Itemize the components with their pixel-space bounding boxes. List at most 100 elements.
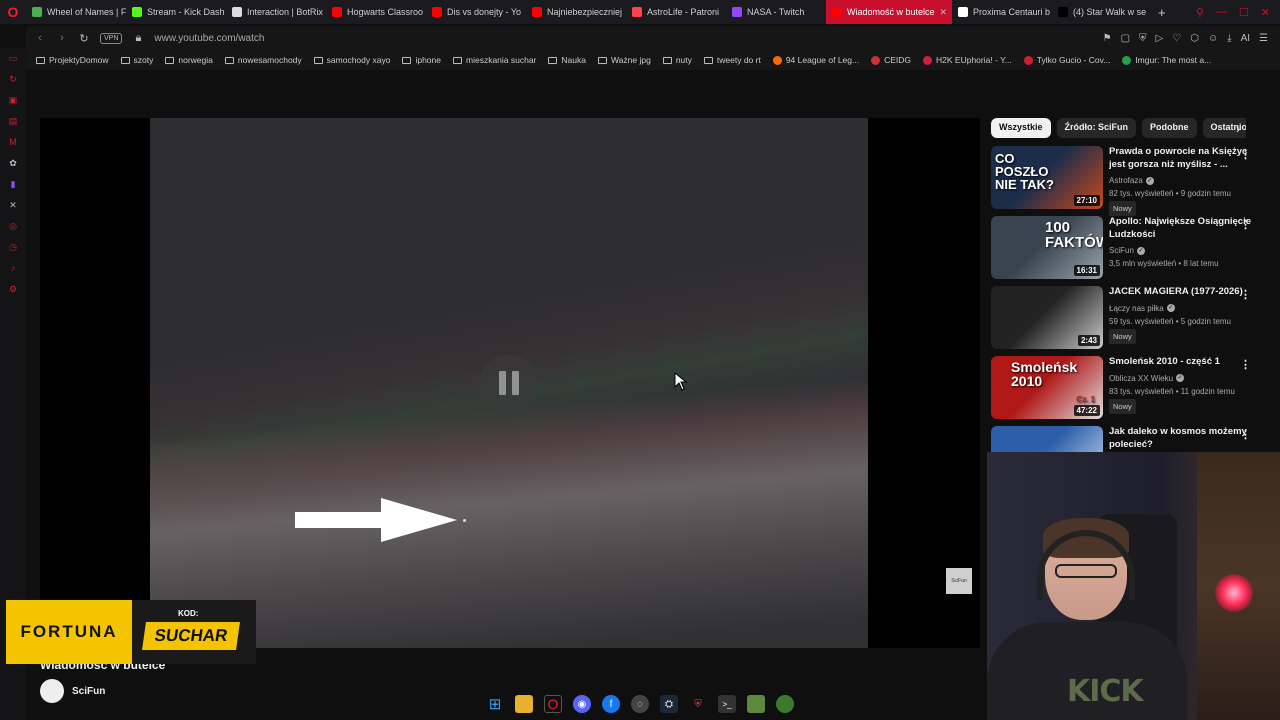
bookmark-item[interactable]: H2K EUphoria! - Y... — [923, 55, 1012, 65]
recommendation-title[interactable]: JACEK MAGIERA (1977-2026) — [1109, 286, 1257, 299]
bookmark-item[interactable]: nuty — [662, 55, 692, 65]
bookmark-item[interactable]: mieszkania suchar — [453, 55, 536, 65]
messenger-icon[interactable]: ▭ — [7, 52, 19, 64]
browser-tab[interactable]: Interaction | BotRix — [226, 0, 326, 24]
profile-icon[interactable]: ☺ — [1208, 33, 1218, 44]
download-icon[interactable]: ⤓ — [1227, 33, 1231, 44]
recommendation-channel[interactable]: Oblicza XX Wieku ✓ — [1109, 372, 1257, 385]
extensions-icon[interactable]: ⬡ — [1190, 33, 1199, 44]
filter-chip[interactable]: Wszystkie — [991, 118, 1051, 138]
browser-tab[interactable]: Stream - Kick Dash — [126, 0, 226, 24]
app-icon[interactable] — [776, 695, 794, 713]
video-thumbnail[interactable]: Smoleńsk 2010 Cz. 1 47:22 — [991, 356, 1103, 419]
terminal-icon[interactable]: >_ — [718, 695, 736, 713]
video-frame[interactable] — [150, 118, 868, 648]
play-icon[interactable]: ▷ — [1156, 33, 1164, 44]
mail-icon[interactable]: M — [7, 136, 19, 148]
workspace-icon[interactable]: ▤ — [7, 115, 19, 127]
browser-tab[interactable]: (4) Star Walk w se — [1052, 0, 1152, 24]
opera-logo-icon[interactable]: O — [0, 0, 26, 24]
twitch-icon[interactable]: ▮ — [7, 178, 19, 190]
heart-icon[interactable]: ♡ — [1172, 33, 1181, 44]
clock-icon[interactable]: ◷ — [7, 241, 19, 253]
recommendation-title[interactable]: Apollo: Największe Osiągnięcie Ludzkości — [1109, 216, 1257, 241]
filter-chip[interactable]: Podobne — [1142, 118, 1197, 138]
bookmark-item[interactable]: CEIDG — [871, 55, 911, 65]
reload-button[interactable]: ↻ — [78, 32, 90, 45]
x-icon[interactable]: ✕ — [7, 199, 19, 211]
more-options-icon[interactable]: ⋮ — [1240, 218, 1251, 231]
close-tab-icon[interactable]: ✕ — [940, 7, 948, 18]
recommendation-title[interactable]: Prawda o powrocie na Księżyc jest gorsza… — [1109, 146, 1257, 171]
browser-tab[interactable]: Hogwarts Classroo — [326, 0, 426, 24]
minimize-button[interactable]: — — [1216, 6, 1227, 19]
browser-tab[interactable]: Dis vs donejty - Yo — [426, 0, 526, 24]
search-icon[interactable]: ⚲ — [1196, 6, 1204, 19]
recommendation-channel[interactable]: SciFun ✓ — [1109, 244, 1257, 257]
more-options-icon[interactable]: ⋮ — [1240, 148, 1251, 161]
pinboard-icon[interactable]: ◎ — [7, 220, 19, 232]
channel-name[interactable]: SciFun — [72, 686, 105, 697]
browser-tab[interactable]: Wiadomość w butelce ✕ — [826, 0, 952, 24]
chatgpt-icon[interactable]: ✿ — [7, 157, 19, 169]
windows-start-icon[interactable]: ⊞ — [486, 695, 504, 713]
bookmark-item[interactable]: Tylko Gucio - Cov... — [1023, 55, 1110, 65]
recommendation-channel[interactable]: Astrofaza ✓ — [1109, 174, 1257, 187]
channel-avatar[interactable] — [40, 679, 64, 703]
more-options-icon[interactable]: ⋮ — [1240, 428, 1251, 441]
snapshot-icon[interactable]: ▢ — [1121, 33, 1130, 44]
browser-tab[interactable]: Proxima Centauri b — [952, 0, 1052, 24]
back-button[interactable]: ‹ — [34, 32, 46, 44]
bookmark-item[interactable]: szoty — [120, 55, 153, 65]
recommendation-title[interactable]: Smoleńsk 2010 - część 1 — [1109, 356, 1257, 369]
video-player[interactable]: SciFun — [40, 118, 980, 648]
maximize-button[interactable]: ☐ — [1239, 6, 1249, 19]
chevron-right-icon[interactable]: › — [1236, 122, 1240, 136]
recommendation-item[interactable]: Smoleńsk 2010 Cz. 1 47:22 Smoleńsk 2010 - c… — [991, 356, 1271, 424]
channel-watermark[interactable]: SciFun — [946, 568, 972, 594]
recommendation-item[interactable]: 100 FAKTÓW 16:31 Apollo: Największe Osiągn… — [991, 216, 1271, 284]
bookmark-item[interactable]: iphone — [402, 55, 441, 65]
vpn-badge[interactable]: VPN — [100, 32, 123, 44]
menu-icon[interactable]: ☰ — [1259, 33, 1268, 44]
facebook-icon[interactable]: f — [602, 695, 620, 713]
video-thumbnail[interactable]: 2:43 — [991, 286, 1103, 349]
shield-icon[interactable]: ⛨ — [1139, 33, 1147, 44]
filter-chip[interactable]: Źródło: SciFun — [1056, 118, 1137, 138]
player-icon[interactable]: ♪ — [7, 262, 19, 274]
video-thumbnail[interactable] — [991, 426, 1103, 452]
ai-icon[interactable]: AI — [1241, 33, 1250, 44]
pause-icon[interactable] — [480, 354, 538, 412]
history-icon[interactable]: ↻ — [7, 73, 19, 85]
recommendation-item[interactable]: Jak daleko w kosmos możemy polecieć? ⋮ — [991, 426, 1271, 452]
bookmark-icon[interactable]: ⚑ — [1103, 33, 1112, 44]
file-explorer-icon[interactable] — [515, 695, 533, 713]
more-options-icon[interactable]: ⋮ — [1240, 288, 1251, 301]
new-tab-button[interactable]: + — [1152, 5, 1172, 20]
bookmark-item[interactable]: nowesamochody — [224, 55, 302, 65]
steam-icon[interactable]: ⛭ — [660, 695, 678, 713]
bookmark-item[interactable]: norwegia — [165, 55, 213, 65]
settings-icon[interactable]: ⚙ — [7, 283, 19, 295]
minecraft-icon[interactable] — [747, 695, 765, 713]
bookmark-item[interactable]: Imgur: The most a... — [1122, 55, 1211, 65]
browser-tab[interactable]: NASA - Twitch — [726, 0, 826, 24]
bookmark-item[interactable]: Ważne jpg — [597, 55, 651, 65]
close-window-button[interactable]: ✕ — [1261, 6, 1270, 19]
recommendation-item[interactable]: CO POSZŁO NIE TAK? 27:10 Prawda o powrocie… — [991, 146, 1271, 216]
url-field[interactable]: www.youtube.com/watch — [154, 33, 264, 44]
bookmark-item[interactable]: tweety do rt — [703, 55, 761, 65]
video-thumbnail[interactable]: CO POSZŁO NIE TAK? 27:10 — [991, 146, 1103, 209]
forward-button[interactable]: › — [56, 32, 68, 44]
bookmark-item[interactable]: samochody xayo — [313, 55, 390, 65]
speed-dial-icon[interactable]: ▣ — [7, 94, 19, 106]
recommendation-item[interactable]: 2:43 JACEK MAGIERA (1977-2026) Łączy nas p… — [991, 286, 1271, 354]
bookmark-item[interactable]: 94 League of Leg... — [772, 55, 859, 65]
recommendation-title[interactable]: Jak daleko w kosmos możemy polecieć? — [1109, 426, 1257, 451]
video-thumbnail[interactable]: 100 FAKTÓW 16:31 — [991, 216, 1103, 279]
chrome-icon[interactable]: ◌ — [631, 695, 649, 713]
recommendation-channel[interactable]: Łączy nas piłka ✓ — [1109, 302, 1257, 315]
riot-icon[interactable]: ⛨ — [689, 695, 707, 713]
more-options-icon[interactable]: ⋮ — [1240, 358, 1251, 371]
discord-icon[interactable]: ◉ — [573, 695, 591, 713]
